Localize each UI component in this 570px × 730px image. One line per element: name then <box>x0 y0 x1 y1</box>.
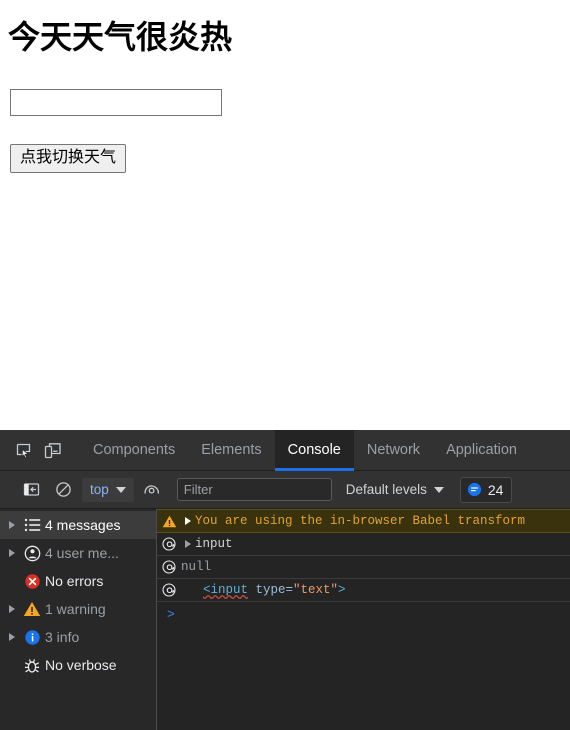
tab-application-label: Application <box>446 442 517 458</box>
warning-icon <box>19 601 45 617</box>
console-log-input-text: input <box>195 537 233 551</box>
page-title: 今天天气很炎热 <box>8 19 233 55</box>
tab-console[interactable]: Console <box>274 430 355 471</box>
toggle-weather-button[interactable]: 点我切换天气 <box>10 144 127 173</box>
source-location-icon <box>157 533 181 555</box>
tab-application[interactable]: Application <box>433 430 530 471</box>
tab-components[interactable]: Components <box>80 430 188 471</box>
sidebar-item-warnings[interactable]: 1 warning <box>0 595 156 623</box>
log-levels-dropdown[interactable]: Default levels <box>346 482 444 497</box>
sidebar-item-user-messages[interactable]: 4 user me... <box>0 539 156 567</box>
console-warning-text: You are using the in-browser Babel trans… <box>195 514 526 528</box>
console-warning-message[interactable]: You are using the in-browser Babel trans… <box>157 509 570 533</box>
sidebar-item-info-label: 3 info <box>45 629 80 645</box>
expand-triangle-icon[interactable] <box>5 521 19 529</box>
web-page-viewport: 今天天气很炎热 点我切换天气 <box>0 0 570 430</box>
device-toolbar-icon[interactable] <box>38 436 68 464</box>
user-icon <box>19 545 45 562</box>
sidebar-item-errors[interactable]: No errors <box>0 567 156 595</box>
sidebar-item-info[interactable]: 3 info <box>0 623 156 651</box>
inspect-element-icon[interactable] <box>8 436 38 464</box>
sidebar-item-user-messages-label: 4 user me... <box>45 545 119 561</box>
markup-attr-value: "text" <box>293 583 339 597</box>
prompt-chevron-icon: > <box>167 606 175 622</box>
console-body: 4 messages 4 user me... No errors 1 warn… <box>0 509 570 730</box>
sidebar-item-messages-label: 4 messages <box>45 517 121 533</box>
tab-elements-label: Elements <box>201 442 262 458</box>
sidebar-item-warnings-label: 1 warning <box>45 601 106 617</box>
clear-console-icon[interactable] <box>48 476 78 504</box>
chevron-down-icon <box>115 486 126 493</box>
expand-triangle-icon[interactable] <box>5 633 19 641</box>
console-filter-input[interactable] <box>176 478 332 501</box>
javascript-context-value: top <box>90 482 109 497</box>
console-log-row-input[interactable]: input <box>157 533 570 556</box>
markup-tag-open: <input <box>203 583 249 597</box>
tab-network-label: Network <box>366 442 421 458</box>
expand-triangle-icon[interactable] <box>5 605 19 613</box>
log-levels-label: Default levels <box>345 482 427 497</box>
expand-triangle-icon[interactable] <box>5 549 19 557</box>
error-icon <box>19 573 45 590</box>
devtools-tabs: Components Elements Console Network Appl… <box>80 430 530 471</box>
create-live-expression-icon[interactable] <box>138 476 168 504</box>
sidebar-item-messages[interactable]: 4 messages <box>0 511 156 539</box>
console-sidebar-toggle-icon[interactable] <box>16 476 46 504</box>
console-sidebar: 4 messages 4 user me... No errors 1 warn… <box>0 509 157 730</box>
warning-icon <box>157 510 181 532</box>
console-log-element-markup: <input type="text"> <box>181 579 346 601</box>
devtools-panel: Components Elements Console Network Appl… <box>0 430 570 730</box>
source-location-icon <box>157 556 181 578</box>
javascript-context-dropdown[interactable]: top <box>82 477 134 502</box>
sidebar-item-verbose[interactable]: No verbose <box>0 651 156 679</box>
sidebar-item-errors-label: No errors <box>45 573 104 589</box>
tab-network[interactable]: Network <box>354 430 433 471</box>
tab-elements[interactable]: Elements <box>188 430 274 471</box>
source-location-icon <box>157 579 181 601</box>
console-input-prompt[interactable]: > <box>157 602 570 626</box>
tab-components-label: Components <box>93 442 176 458</box>
expand-triangle-icon[interactable] <box>181 533 195 555</box>
chevron-down-icon <box>433 486 444 493</box>
markup-tag-close: > <box>338 583 346 597</box>
console-toolbar: top Default levels 24 <box>0 471 570 509</box>
list-icon <box>19 518 45 532</box>
markup-attr-name: type= <box>248 583 294 597</box>
devtools-tab-bar: Components Elements Console Network Appl… <box>0 430 570 471</box>
issues-badge[interactable]: 24 <box>459 476 513 503</box>
console-log-null-text: null <box>181 560 212 574</box>
console-message-list[interactable]: You are using the in-browser Babel trans… <box>157 509 570 730</box>
console-log-row-element[interactable]: <input type="text"> <box>157 579 570 602</box>
weather-text-input[interactable] <box>10 89 222 116</box>
issues-count: 24 <box>487 481 504 498</box>
info-icon <box>19 629 45 646</box>
issues-icon <box>467 482 481 497</box>
bug-icon <box>19 657 45 674</box>
expand-triangle-icon[interactable] <box>181 510 195 532</box>
tab-console-label: Console <box>287 442 341 458</box>
sidebar-item-verbose-label: No verbose <box>45 657 117 673</box>
console-log-row-null[interactable]: null <box>157 556 570 579</box>
